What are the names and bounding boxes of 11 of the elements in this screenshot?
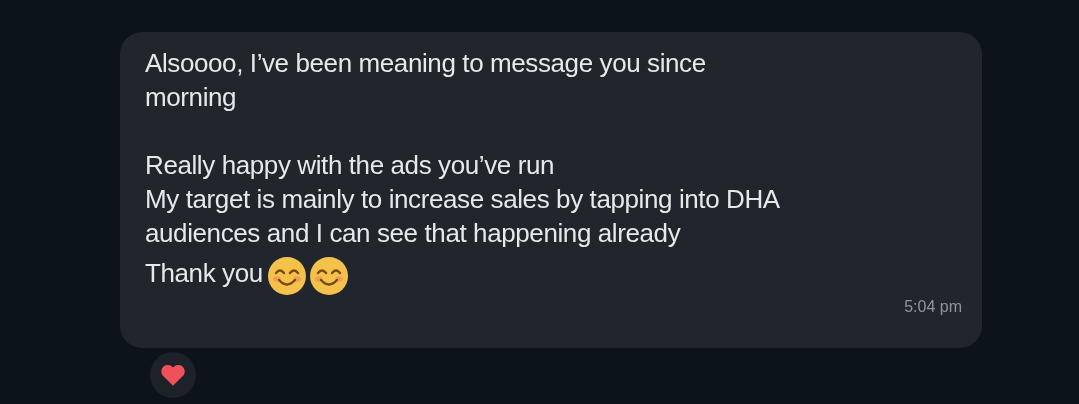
smiling-face-icon xyxy=(308,256,349,296)
reaction-badge[interactable] xyxy=(150,352,196,398)
message-text: My target is mainly to increase sales by tapping into DHA xyxy=(145,183,780,216)
message-text: Thank you xyxy=(145,257,263,290)
heart-icon xyxy=(160,363,186,387)
message-text: Alsoooo, I’ve been meaning to message you since xyxy=(145,47,706,80)
message-text: morning xyxy=(145,81,237,114)
smiling-face-icon xyxy=(266,256,307,296)
message-time: 5:04 pm xyxy=(904,298,962,316)
message-text: audiences and I can see that happening already xyxy=(145,217,681,250)
message-text: Really happy with the ads you’ve run xyxy=(145,149,555,182)
